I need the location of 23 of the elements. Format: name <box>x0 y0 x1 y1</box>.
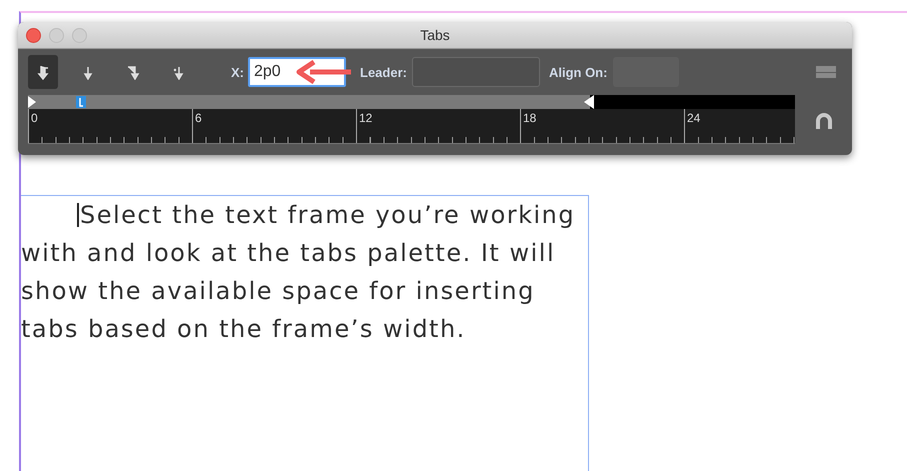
close-button[interactable] <box>26 28 41 42</box>
annotation-arrow <box>296 60 352 84</box>
text-frame[interactable]: Select the text frame you’re working with and look at the tabs palette. It will show the available space for inserting tabs based on the frame’s width. <box>21 195 589 471</box>
window-title: Tabs <box>419 27 451 43</box>
down-arrow-icon <box>35 64 51 80</box>
field-label: X: <box>231 64 244 80</box>
tab-alignment-button[interactable] <box>28 55 58 89</box>
leader-field[interactable] <box>412 57 540 87</box>
ruler-label: 0 <box>30 110 38 125</box>
ruler-label: 24 <box>686 110 700 125</box>
indent-marker-icon[interactable] <box>28 96 36 108</box>
right-indent-marker-icon[interactable] <box>584 95 594 109</box>
body-text: Select the text frame you’re working with and look at the tabs palette. It will show the available space for inserting tabs based on the frame’s width. <box>21 200 576 345</box>
ruler-label: 6 <box>194 110 202 125</box>
magnet-icon[interactable] <box>815 112 833 130</box>
field-label: Align On: <box>548 64 608 80</box>
ruler-label: 18 <box>522 110 536 125</box>
field-label: Leader: <box>360 64 407 80</box>
ruler-label: 12 <box>358 110 372 125</box>
tab-stop-strip[interactable] <box>28 95 795 109</box>
tab-stop-icon[interactable] <box>76 96 86 108</box>
down-arrow-icon <box>125 64 141 80</box>
text-cursor-icon <box>77 203 79 227</box>
